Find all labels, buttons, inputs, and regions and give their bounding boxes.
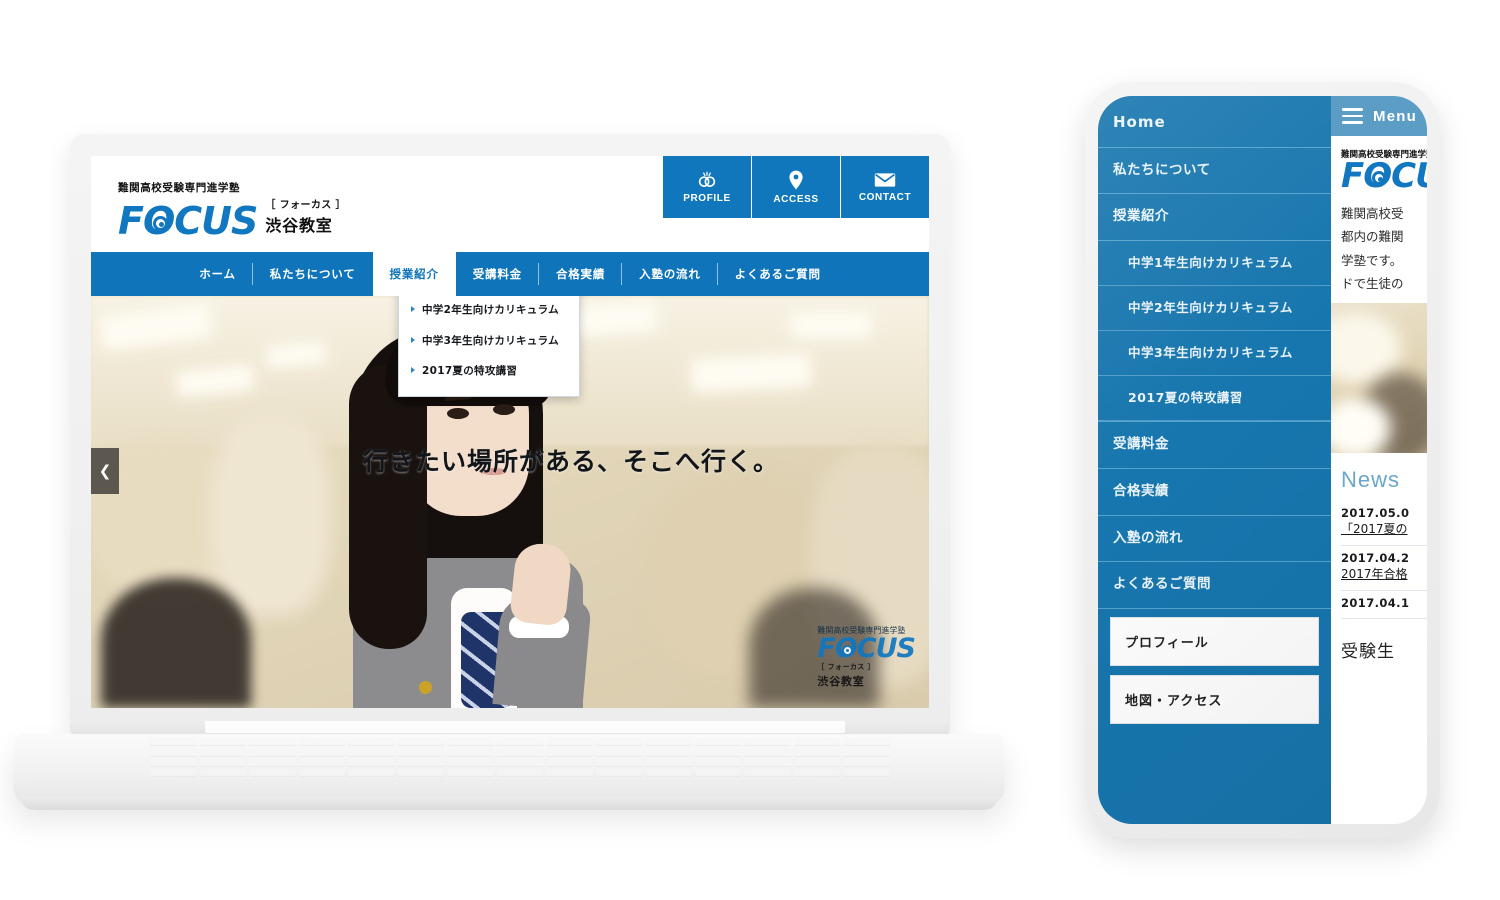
- nav-item-home[interactable]: ホーム: [182, 252, 253, 296]
- mobile-menu-label[interactable]: Menu: [1373, 108, 1417, 125]
- drawer-button-access[interactable]: 地図・アクセス: [1110, 674, 1319, 724]
- laptop-screen: 難関高校受験専門進学塾 FOCUS ［ フォーカス ］ 渋谷教室 PROFILE…: [91, 156, 929, 708]
- mobile-logo[interactable]: 難関高校受験専門進学塾 FOCUS: [1331, 136, 1427, 198]
- drawer-item-home[interactable]: Home: [1098, 96, 1331, 148]
- focus-eye-icon: [153, 215, 168, 231]
- nav-item-about[interactable]: 私たちについて: [253, 252, 373, 296]
- dropdown-item[interactable]: 中学2年生向けカリキュラム: [399, 296, 579, 326]
- news-item[interactable]: 2017.04.1: [1341, 591, 1427, 619]
- header-button-access-label: ACCESS: [773, 193, 819, 205]
- nav-item-classes[interactable]: 授業紹介: [372, 252, 456, 296]
- nav-item-faq[interactable]: よくあるご質問: [718, 252, 838, 296]
- drawer-item-faq[interactable]: よくあるご質問: [1098, 562, 1331, 609]
- header-button-contact-label: CONTACT: [858, 191, 912, 203]
- hero-logo-wordmark-text: FOCUS: [817, 633, 916, 665]
- mobile-news-section: News 2017.05.0 「2017夏の 2017.04.2 2017年合格…: [1331, 453, 1427, 625]
- logo-tagline: 難関高校受験専門進学塾: [118, 182, 241, 194]
- nav-item-results[interactable]: 合格実績: [539, 252, 623, 296]
- hero-slider: 行きたい場所がある、そこへ行く。 ❮ 難関高校受験専門進学塾 FOCUS ［ フ…: [91, 296, 929, 708]
- news-item[interactable]: 2017.04.2 2017年合格: [1341, 546, 1427, 591]
- drawer-item-results[interactable]: 合格実績: [1098, 469, 1331, 516]
- triangle-bullet-icon: [411, 336, 415, 343]
- mobile-intro-line: 都内の難関: [1341, 229, 1404, 245]
- hero-watermark-logo: 難関高校受験専門進学塾 FOCUS ［ フォーカス ］ 渋谷教室: [817, 625, 916, 692]
- laptop-hinge-strip: [205, 721, 845, 733]
- logo-wordmark-text: FOCUS: [118, 198, 258, 243]
- mobile-menu-drawer: Home 私たちについて 授業紹介 中学1年生向けカリキュラム 中学2年生向けカ…: [1098, 96, 1331, 824]
- header-button-contact[interactable]: CONTACT: [841, 156, 929, 218]
- triangle-bullet-icon: [411, 366, 415, 373]
- hamburger-icon[interactable]: [1342, 108, 1363, 124]
- drawer-subitem-grade1[interactable]: 中学1年生向けカリキュラム: [1098, 241, 1331, 286]
- site-logo[interactable]: 難関高校受験専門進学塾 FOCUS ［ フォーカス ］ 渋谷教室: [118, 180, 346, 240]
- mobile-logo-wordmark: FOCUS: [1341, 159, 1427, 193]
- news-date: 2017.05.0: [1341, 505, 1410, 520]
- hero-logo-classroom: 渋谷教室: [817, 675, 865, 688]
- dropdown-item-label: 中学3年生向けカリキュラム: [422, 334, 559, 347]
- drawer-item-process[interactable]: 入塾の流れ: [1098, 516, 1331, 563]
- drawer-subitem-grade3[interactable]: 中学3年生向けカリキュラム: [1098, 331, 1331, 377]
- mobile-intro-line: 難関高校受: [1341, 206, 1404, 222]
- mobile-page: Menu 難関高校受験専門進学塾 FOCUS 難関高校受 都内の難関 学塾です。…: [1331, 96, 1427, 824]
- phone-mockup: Home 私たちについて 授業紹介 中学1年生向けカリキュラム 中学2年生向けカ…: [1085, 82, 1445, 842]
- triangle-bullet-icon: [411, 306, 415, 313]
- hero-prev-arrow[interactable]: ❮: [91, 448, 119, 494]
- hero-slogan: 行きたい場所がある、そこへ行く。: [363, 447, 780, 476]
- hero-light: [791, 312, 871, 338]
- mobile-intro-line: 学塾です。: [1341, 252, 1403, 268]
- laptop-base-lip: [20, 796, 998, 810]
- logo-wordmark: FOCUS: [118, 202, 258, 240]
- laptop-keyboard: [150, 738, 890, 776]
- header-button-profile[interactable]: PROFILE: [663, 156, 752, 218]
- laptop-lid: 難関高校受験専門進学塾 FOCUS ［ フォーカス ］ 渋谷教室 PROFILE…: [70, 134, 950, 729]
- hero-logo-wordmark: FOCUS: [817, 633, 916, 665]
- nav-dropdown-classes: 中学1年生向けカリキュラム 中学2年生向けカリキュラム 中学3年生向けカリキュラ…: [398, 296, 580, 398]
- header-button-access[interactable]: ACCESS: [752, 156, 841, 218]
- drawer-button-group: プロフィール 地図・アクセス: [1098, 609, 1331, 733]
- nav-item-process[interactable]: 入塾の流れ: [622, 252, 718, 296]
- mobile-intro-text: 難関高校受 都内の難関 学塾です。 ドで生徒の: [1331, 198, 1427, 303]
- map-pin-icon: [788, 170, 804, 190]
- drawer-subitem-grade2[interactable]: 中学2年生向けカリキュラム: [1098, 286, 1331, 332]
- drawer-item-tuition[interactable]: 受講料金: [1098, 422, 1331, 469]
- mobile-hero-photo: [1331, 302, 1427, 453]
- dropdown-item[interactable]: 中学3年生向けカリキュラム: [399, 326, 579, 356]
- mobile-footer-text: 受験生: [1341, 641, 1395, 662]
- header-button-group: PROFILE ACCESS CONTACT: [663, 156, 929, 218]
- mobile-intro-line: ドで生徒の: [1341, 275, 1404, 291]
- drawer-item-classes[interactable]: 授業紹介: [1098, 194, 1331, 241]
- news-title[interactable]: 2017年合格: [1341, 565, 1427, 582]
- rings-icon: [697, 171, 717, 189]
- mobile-topbar: Menu: [1331, 96, 1427, 136]
- main-nav: ホーム 私たちについて 授業紹介 受講料金 合格実績 入塾の流れ よくあるご質問: [91, 252, 929, 296]
- drawer-button-profile[interactable]: プロフィール: [1110, 616, 1319, 666]
- header-button-profile-label: PROFILE: [683, 192, 731, 204]
- dropdown-item-label: 2017夏の特攻講習: [422, 364, 518, 377]
- hero-light: [690, 352, 812, 394]
- drawer-subitem-summer[interactable]: 2017夏の特攻講習: [1098, 376, 1331, 422]
- hero-background-person: [101, 578, 251, 708]
- logo-reading: ［ フォーカス ］: [265, 200, 346, 211]
- dropdown-item[interactable]: 2017夏の特攻講習: [399, 356, 579, 386]
- nav-item-tuition[interactable]: 受講料金: [456, 252, 540, 296]
- logo-classroom: 渋谷教室: [265, 216, 333, 235]
- dropdown-item-label: 中学2年生向けカリキュラム: [422, 304, 559, 317]
- focus-eye-icon: [1372, 171, 1386, 185]
- drawer-item-about[interactable]: 私たちについて: [1098, 148, 1331, 195]
- site-header: 難関高校受験専門進学塾 FOCUS ［ フォーカス ］ 渋谷教室 PROFILE…: [91, 156, 929, 252]
- mobile-news-title: News: [1341, 466, 1401, 492]
- news-item[interactable]: 2017.05.0 「2017夏の: [1341, 501, 1427, 546]
- news-date: 2017.04.1: [1341, 595, 1410, 610]
- news-title[interactable]: 「2017夏の: [1341, 520, 1427, 537]
- envelope-icon: [874, 172, 896, 188]
- drawer-submenu: 中学1年生向けカリキュラム 中学2年生向けカリキュラム 中学3年生向けカリキュラ…: [1098, 241, 1331, 423]
- phone-screen: Home 私たちについて 授業紹介 中学1年生向けカリキュラム 中学2年生向けカ…: [1098, 96, 1427, 824]
- news-date: 2017.04.2: [1341, 550, 1410, 565]
- laptop-mockup: 難関高校受験専門進学塾 FOCUS ［ フォーカス ］ 渋谷教室 PROFILE…: [0, 120, 1010, 810]
